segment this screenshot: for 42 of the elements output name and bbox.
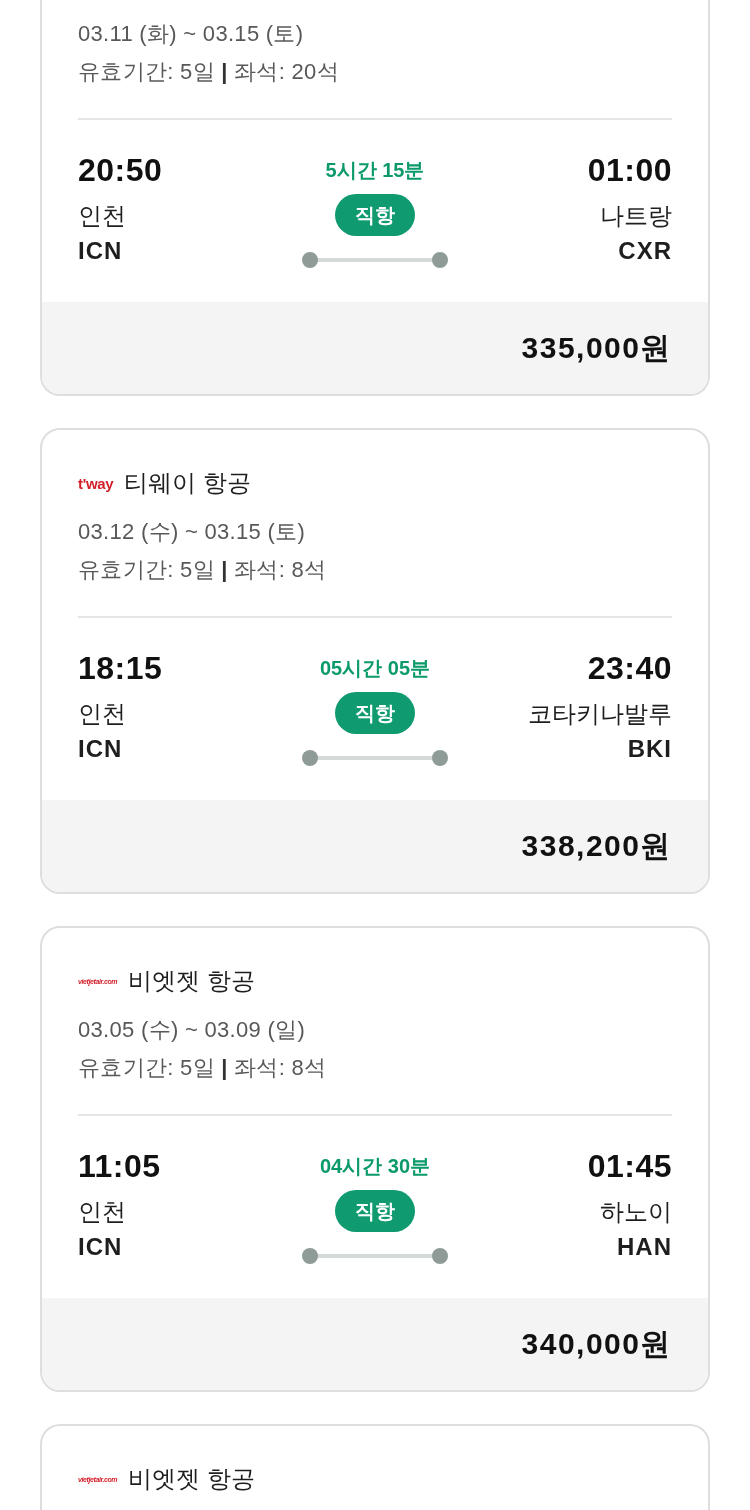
airline-name: 티웨이 항공 xyxy=(124,468,252,498)
travel-dates: 03.12 (수) ~ 03.15 (토) xyxy=(78,518,305,546)
arrival-city: 하노이 xyxy=(600,1197,672,1227)
arrival-time: 01:00 xyxy=(587,151,672,190)
departure-city: 인천 xyxy=(78,699,126,729)
flight-card[interactable]: 03.11 (화) ~ 03.15 (토) 유효기간: 5일 | 좌석: 20석 20:50 인천 ICN 5시간 15분 직항 01:00 나트랑 CXR 335,000원 xyxy=(40,0,710,396)
departure-airport-code: ICN xyxy=(78,1232,123,1262)
departure-time: 11:05 xyxy=(78,1147,161,1186)
direct-flight-badge: 직항 xyxy=(335,692,415,734)
price: 340,000원 xyxy=(521,1325,672,1362)
arrival-city: 코타키나발루 xyxy=(528,699,672,729)
airline-name: 비엣젯 항공 xyxy=(128,966,255,996)
departure-time: 20:50 xyxy=(78,151,163,190)
price: 338,200원 xyxy=(521,827,672,864)
direct-flight-badge: 직항 xyxy=(335,194,415,236)
airline-logo: t'way xyxy=(78,474,114,492)
departure-airport-code: ICN xyxy=(78,734,123,764)
arrival-time: 23:40 xyxy=(587,649,672,688)
travel-dates: 03.11 (화) ~ 03.15 (토) xyxy=(78,20,304,48)
route-line-icon xyxy=(301,251,449,269)
departure-time: 18:15 xyxy=(78,649,163,688)
route-line-icon xyxy=(301,1247,449,1265)
flight-card[interactable]: t'way 티웨이 항공 03.12 (수) ~ 03.15 (토) 유효기간: 5일 | 좌석: 8석 18:15 인천 ICN 05시간 05분 직항 23:40 코타키나발루 BKI 338,200원 xyxy=(40,428,710,894)
flight-duration: 5시간 15분 xyxy=(325,158,425,183)
validity-seats-info: 유효기간: 5일 | 좌석: 8석 xyxy=(78,556,327,584)
arrival-airport-code: HAN xyxy=(617,1232,672,1262)
price: 335,000원 xyxy=(521,329,672,366)
validity-seats-info: 유효기간: 5일 | 좌석: 8석 xyxy=(78,1054,327,1082)
arrival-airport-code: BKI xyxy=(627,734,672,764)
flight-duration: 05시간 05분 xyxy=(319,656,431,681)
arrival-time: 01:45 xyxy=(587,1147,672,1186)
arrival-airport-code: CXR xyxy=(618,236,672,266)
departure-city: 인천 xyxy=(78,1197,126,1227)
validity-seats-info: 유효기간: 5일 | 좌석: 20석 xyxy=(78,58,339,86)
departure-city: 인천 xyxy=(78,201,126,231)
route-line-icon xyxy=(301,749,449,767)
departure-airport-code: ICN xyxy=(78,236,123,266)
travel-dates: 03.05 (수) ~ 03.09 (일) xyxy=(78,1016,305,1044)
direct-flight-badge: 직항 xyxy=(335,1190,415,1232)
airline-name: 비엣젯 항공 xyxy=(128,1464,255,1494)
flight-duration: 04시간 30분 xyxy=(319,1154,431,1179)
arrival-city: 나트랑 xyxy=(600,201,672,231)
